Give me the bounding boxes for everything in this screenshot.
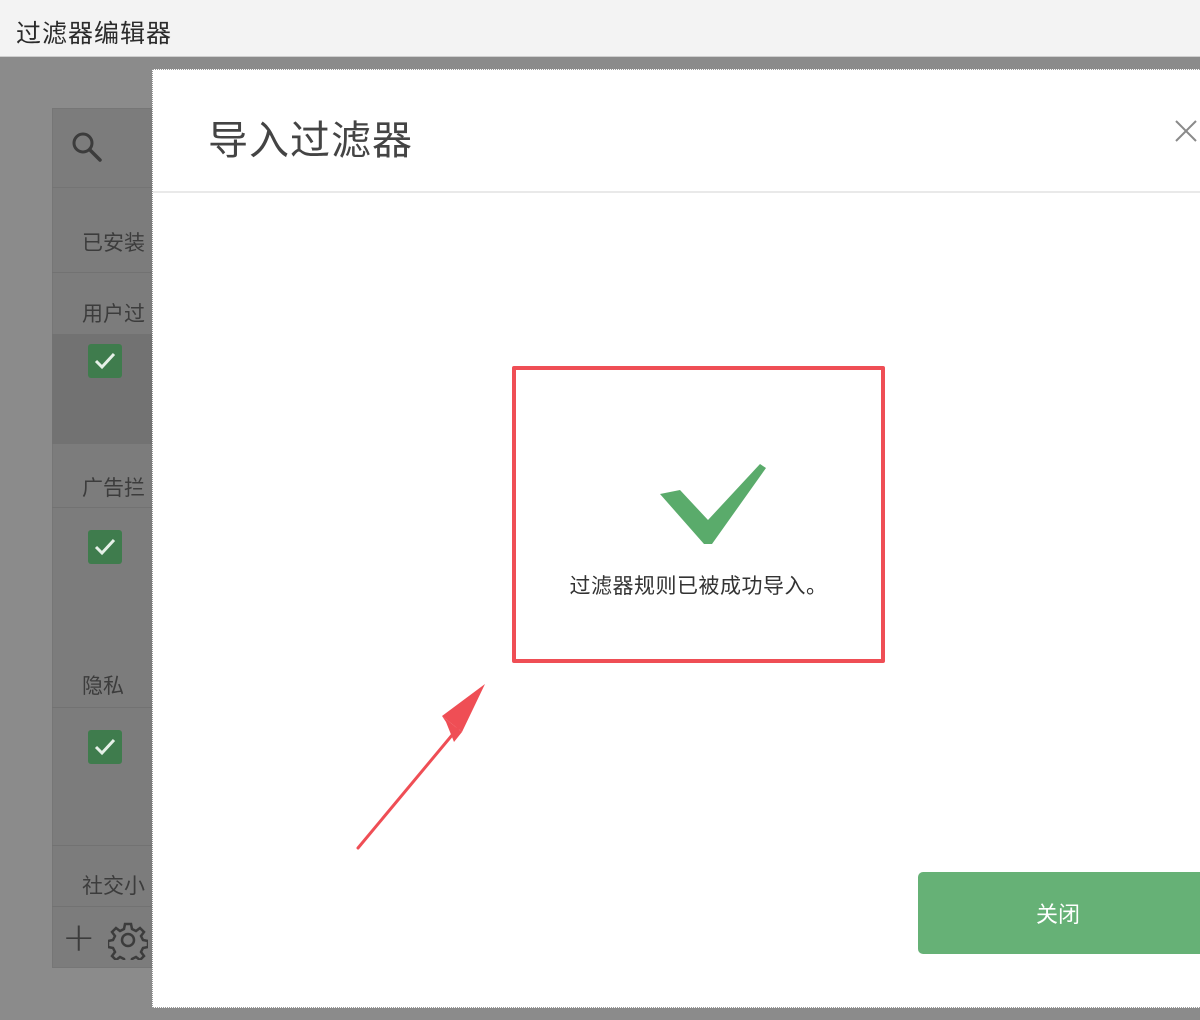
divider (52, 272, 162, 273)
check-icon (94, 352, 116, 370)
dialog-title: 导入过滤器 (208, 118, 413, 164)
check-icon (94, 538, 116, 556)
close-icon[interactable] (1173, 118, 1199, 144)
plus-icon: + (62, 915, 96, 961)
search-icon (72, 132, 102, 162)
success-message: 过滤器规则已被成功导入。 (569, 574, 828, 598)
divider (52, 845, 162, 846)
gear-icon (108, 922, 148, 960)
import-filter-dialog: 导入过滤器 过滤器规则已被成功导入。 关闭 (152, 69, 1200, 1008)
filter-search-bar (52, 108, 162, 188)
filter-checkbox (88, 730, 122, 764)
close-button[interactable]: 关闭 (918, 872, 1200, 954)
divider (52, 507, 162, 508)
section-user-filters: 用户过 (82, 302, 145, 326)
divider (52, 707, 162, 708)
dialog-header: 导入过滤器 (153, 70, 1200, 193)
checkmark-icon (660, 464, 766, 544)
check-icon (94, 738, 116, 756)
window-title: 过滤器编辑器 (16, 19, 173, 48)
annotation-arrow (356, 684, 485, 850)
section-social-widgets: 社交小 (82, 874, 145, 898)
filter-checkbox (88, 530, 122, 564)
section-installed: 已安装 (82, 231, 145, 255)
window-title-bar: 过滤器编辑器 (0, 0, 1200, 57)
section-privacy: 隐私 (82, 674, 124, 698)
section-ad-blocking: 广告拦 (82, 476, 145, 500)
filter-checkbox (88, 344, 122, 378)
